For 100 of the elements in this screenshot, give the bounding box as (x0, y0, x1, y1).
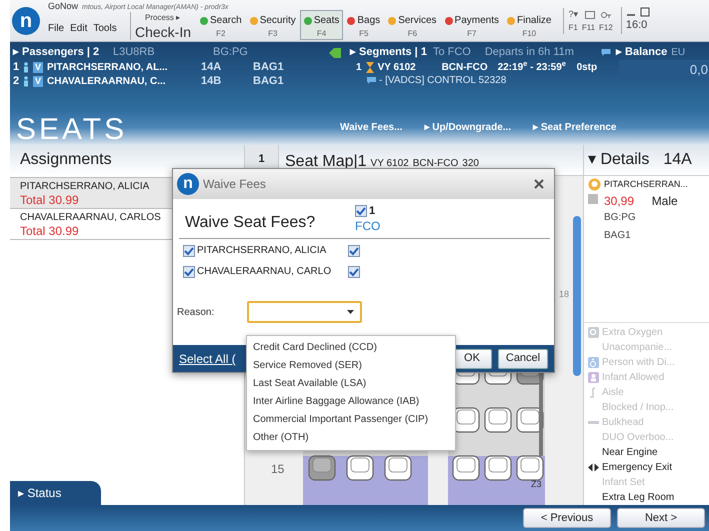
checkbox[interactable] (348, 266, 360, 278)
exit-arrows-icon (588, 462, 599, 473)
segment-number: 1 (369, 204, 376, 219)
seat-price: 30,99 (604, 192, 636, 210)
step-tab[interactable]: Security F3 (246, 10, 300, 40)
step-label: Services (398, 14, 437, 28)
passenger-name[interactable]: PITARCHSERRANO, AL... (47, 60, 198, 74)
passenger-name: PITARCHSERRAN... (604, 178, 688, 191)
reason-label: Reason: (177, 306, 216, 320)
close-icon[interactable] (534, 179, 544, 189)
step-tab[interactable]: Bags F5 (343, 10, 384, 40)
shortcut-key: F4 (316, 28, 326, 40)
legend-label: Extra Leg Room (602, 491, 674, 505)
clock: 16:0 (626, 18, 648, 34)
legend-label: Infant Set (602, 476, 645, 490)
help-menu[interactable]: ?▾ (568, 8, 578, 22)
maximize-icon[interactable] (640, 7, 650, 18)
hourglass-icon (366, 62, 374, 72)
total-price: Total 30.99 (20, 225, 79, 238)
seat-number: 14A (663, 150, 692, 170)
panel-title: Assignments (10, 145, 244, 175)
passenger-name[interactable]: CHAVALERAARNAU, C... (47, 74, 198, 88)
step-label: Search (210, 14, 242, 28)
process-value: Check-In (135, 24, 192, 40)
step-tab[interactable]: Search F2 (196, 10, 246, 40)
group-code: BG:PG (604, 210, 636, 224)
shortcut-key: F2 (216, 28, 226, 40)
passenger-name: CHAVALERAARNAU, CARLO (197, 265, 332, 279)
window-icon[interactable] (584, 10, 594, 18)
flight-number: VY 6102 (370, 157, 409, 171)
shortcut-key: F12 (599, 22, 613, 34)
checkbox[interactable] (183, 266, 195, 278)
dropdown-option[interactable]: Commercial Important Passenger (CIP) (247, 411, 455, 429)
step-label: Finalize (517, 14, 552, 28)
segment-number: 1 (356, 60, 362, 74)
menu-item[interactable]: Tools (93, 21, 117, 36)
section-action[interactable]: Waive Fees... (340, 120, 402, 135)
zone-label: Z3 (531, 478, 542, 491)
dropdown-option[interactable]: Inter Airline Baggage Allowance (IAB) (247, 393, 455, 411)
shortcut-key: F5 (359, 28, 368, 40)
step-label: Security (260, 14, 296, 28)
cancel-button[interactable]: Cancel (498, 348, 548, 368)
shortcut-key: F3 (268, 28, 278, 40)
key-icon[interactable] (600, 10, 610, 18)
legend-label: DUO Overboo... (602, 431, 674, 445)
legend-label: Infant Allowed (602, 371, 664, 385)
total-price: Total 30.99 (20, 194, 79, 207)
passengers-title[interactable]: ▸ Passengers | 2 (13, 44, 113, 61)
scrollbar[interactable] (573, 216, 581, 376)
destination: To FCO (432, 45, 471, 60)
step-tab[interactable]: Payments F7 (440, 10, 504, 40)
dropdown-option[interactable]: Service Removed (SER) (247, 357, 455, 375)
balance-title[interactable]: ▸ Balance (616, 44, 668, 61)
passenger-badge: V (33, 76, 44, 86)
process-label[interactable]: Process ▸ (135, 12, 196, 24)
row-label: 18 (559, 288, 570, 301)
shortcut-key: F7 (467, 28, 476, 40)
gender: Male (652, 192, 678, 210)
step-tab[interactable]: Finalize F10 (503, 10, 556, 40)
passenger-name: CHAVALERAARNAU, CARLOS (20, 211, 161, 225)
chat-icon (600, 48, 612, 57)
shortcut-key: F10 (522, 28, 536, 40)
person-icon (23, 76, 29, 86)
panel-title[interactable]: ▾ Details (588, 148, 650, 172)
dropdown-option[interactable]: Last Seat Available (LSA) (247, 375, 455, 393)
checkbox[interactable] (348, 244, 360, 256)
status-tab[interactable]: ▸ Status (10, 481, 102, 505)
menu-item[interactable]: Edit (70, 21, 88, 36)
oxygen-icon (588, 327, 599, 338)
bag-label: BAG1 (253, 74, 284, 89)
caret-icon (347, 310, 354, 314)
step-label: Seats (314, 14, 340, 28)
step-label: Bags (357, 14, 380, 28)
segment-remark: - [VADCS] CONTROL 52328 (379, 74, 506, 88)
dropdown-option[interactable]: Other (OTH) (247, 429, 455, 447)
checkbox[interactable] (183, 244, 195, 256)
menu-item[interactable]: File (48, 21, 64, 36)
aircraft-type: 320 (462, 157, 479, 171)
passenger-badge: V (33, 62, 44, 72)
legend-label: Blocked / Inop... (602, 401, 674, 415)
checkbox[interactable] (355, 205, 367, 218)
segment-code: FCO (355, 220, 380, 232)
next-button[interactable]: Next > (617, 508, 705, 528)
passenger-name: PITARCHSERRANO, ALICIA (20, 180, 150, 194)
step-tab[interactable]: Seats F4 (300, 10, 344, 40)
step-tab[interactable]: Services F6 (384, 10, 441, 40)
stops: 0stp (576, 60, 598, 74)
section-action[interactable]: ▸ Up/Downgrade... (424, 120, 512, 135)
currency: EU (671, 46, 686, 60)
dropdown-option[interactable]: Credit Card Declined (CCD) (247, 339, 455, 357)
passenger-number: 2 (13, 74, 19, 89)
route: BCN-FCO (412, 157, 458, 171)
segments-title[interactable]: ▸ Segments | 1 (350, 44, 427, 61)
booking-reference: L3U8RB (113, 45, 156, 60)
legend-label: Near Engine (602, 446, 658, 460)
app-logo: n (12, 6, 40, 34)
previous-button[interactable]: < Previous (523, 508, 611, 528)
section-action[interactable]: ▸ Seat Preference (533, 120, 616, 135)
legend-label: Aisle (602, 386, 624, 400)
select-all-link[interactable]: Select All ( (179, 350, 236, 368)
